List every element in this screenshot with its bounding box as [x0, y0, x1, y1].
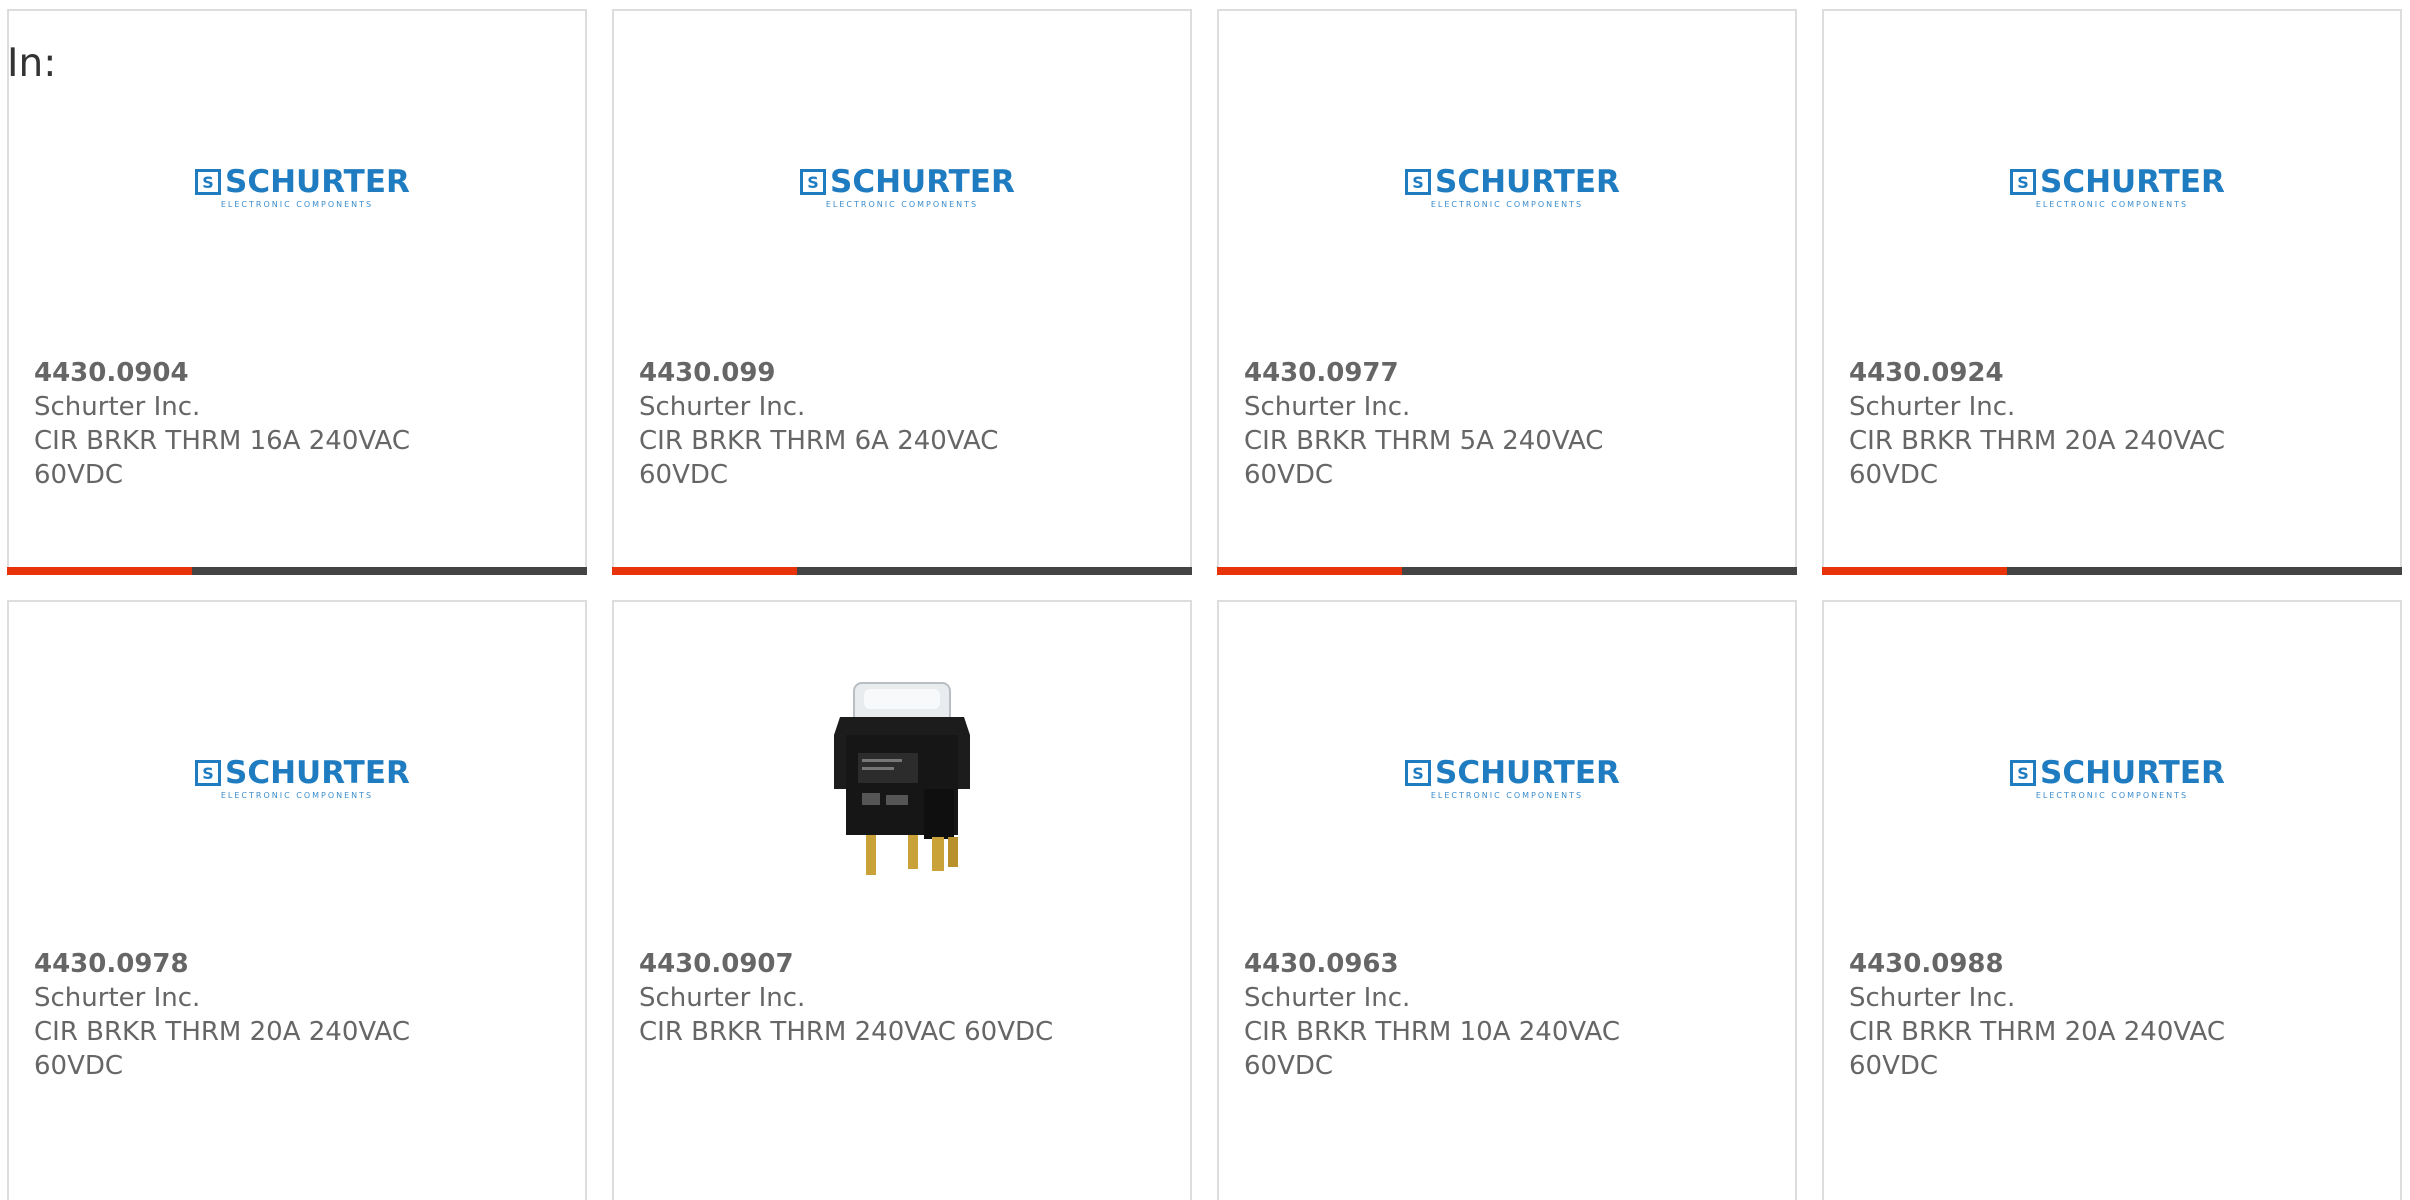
- product-info: 4430.0977 Schurter Inc. CIR BRKR THRM 5A…: [1244, 356, 1764, 492]
- part-number[interactable]: 4430.0963: [1244, 947, 1764, 981]
- product-image: S SCHURTER ELECTRONIC COMPONENTS: [9, 662, 585, 902]
- part-number[interactable]: 4430.0978: [34, 947, 554, 981]
- product-image: S SCHURTER ELECTRONIC COMPONENTS: [1219, 71, 1795, 311]
- product-image: S SCHURTER ELECTRONIC COMPONENTS: [1219, 662, 1795, 902]
- manufacturer: Schurter Inc.: [639, 983, 806, 1013]
- product-info: 4430.0963 Schurter Inc. CIR BRKR THRM 10…: [1244, 947, 1764, 1083]
- product-info: 4430.0907 Schurter Inc. CIR BRKR THRM 24…: [639, 947, 1159, 1049]
- manufacturer: Schurter Inc.: [1244, 392, 1411, 422]
- description: CIR BRKR THRM 16A 240VAC 60VDC: [34, 426, 410, 490]
- schurter-logo: S SCHURTER ELECTRONIC COMPONENTS: [195, 164, 410, 215]
- page-heading: In:: [7, 41, 57, 86]
- schurter-logo: S SCHURTER ELECTRONIC COMPONENTS: [2010, 164, 2225, 215]
- product-card[interactable]: S SCHURTER ELECTRONIC COMPONENTS 4430.09…: [1822, 9, 2402, 575]
- product-image: S SCHURTER ELECTRONIC COMPONENTS: [1824, 662, 2400, 902]
- product-image: S SCHURTER ELECTRONIC COMPONENTS: [9, 71, 585, 311]
- product-info: 4430.0904 Schurter Inc. CIR BRKR THRM 16…: [34, 356, 554, 492]
- part-number[interactable]: 4430.0988: [1849, 947, 2369, 981]
- part-number[interactable]: 4430.0924: [1849, 356, 2369, 390]
- accent-bar: [1822, 567, 2007, 575]
- product-card[interactable]: 4430.0907 Schurter Inc. CIR BRKR THRM 24…: [612, 600, 1192, 1200]
- part-number[interactable]: 4430.0907: [639, 947, 1159, 981]
- accent-bar: [612, 567, 797, 575]
- product-image: [614, 662, 1190, 902]
- product-card[interactable]: S SCHURTER ELECTRONIC COMPONENTS 4430.09…: [1217, 9, 1797, 575]
- description: CIR BRKR THRM 20A 240VAC 60VDC: [1849, 1017, 2225, 1081]
- card-bottom-bar: [7, 567, 587, 575]
- product-grid: S SCHURTER ELECTRONIC COMPONENTS 4430.09…: [7, 9, 2403, 1200]
- product-card[interactable]: S SCHURTER ELECTRONIC COMPONENTS 4430.09…: [612, 9, 1192, 575]
- description: CIR BRKR THRM 6A 240VAC 60VDC: [639, 426, 999, 490]
- manufacturer: Schurter Inc.: [34, 392, 201, 422]
- schurter-logo: S SCHURTER ELECTRONIC COMPONENTS: [1405, 164, 1620, 215]
- product-info: 4430.0978 Schurter Inc. CIR BRKR THRM 20…: [34, 947, 554, 1083]
- manufacturer: Schurter Inc.: [34, 983, 201, 1013]
- manufacturer: Schurter Inc.: [1849, 983, 2016, 1013]
- part-number[interactable]: 4430.099: [639, 356, 1159, 390]
- product-card[interactable]: S SCHURTER ELECTRONIC COMPONENTS 4430.09…: [7, 600, 587, 1200]
- product-info: 4430.0924 Schurter Inc. CIR BRKR THRM 20…: [1849, 356, 2369, 492]
- product-info: 4430.0988 Schurter Inc. CIR BRKR THRM 20…: [1849, 947, 2369, 1083]
- circuit-breaker-photo: [834, 682, 970, 875]
- part-number[interactable]: 4430.0904: [34, 356, 554, 390]
- product-card[interactable]: S SCHURTER ELECTRONIC COMPONENTS 4430.09…: [1822, 600, 2402, 1200]
- manufacturer: Schurter Inc.: [639, 392, 806, 422]
- description: CIR BRKR THRM 20A 240VAC 60VDC: [1849, 426, 2225, 490]
- part-number[interactable]: 4430.0977: [1244, 356, 1764, 390]
- schurter-logo: S SCHURTER ELECTRONIC COMPONENTS: [800, 164, 1015, 215]
- accent-bar: [1217, 567, 1402, 575]
- schurter-logo: S SCHURTER ELECTRONIC COMPONENTS: [2010, 755, 2225, 806]
- product-card[interactable]: S SCHURTER ELECTRONIC COMPONENTS 4430.09…: [7, 9, 587, 575]
- card-bottom-bar: [1217, 567, 1797, 575]
- accent-bar: [7, 567, 192, 575]
- description: CIR BRKR THRM 20A 240VAC 60VDC: [34, 1017, 410, 1081]
- description: CIR BRKR THRM 10A 240VAC 60VDC: [1244, 1017, 1620, 1081]
- product-image: S SCHURTER ELECTRONIC COMPONENTS: [614, 71, 1190, 311]
- manufacturer: Schurter Inc.: [1244, 983, 1411, 1013]
- description: CIR BRKR THRM 5A 240VAC 60VDC: [1244, 426, 1604, 490]
- card-bottom-bar: [1822, 567, 2402, 575]
- product-info: 4430.099 Schurter Inc. CIR BRKR THRM 6A …: [639, 356, 1159, 492]
- manufacturer: Schurter Inc.: [1849, 392, 2016, 422]
- card-bottom-bar: [612, 567, 1192, 575]
- schurter-logo: S SCHURTER ELECTRONIC COMPONENTS: [1405, 755, 1620, 806]
- schurter-logo: S SCHURTER ELECTRONIC COMPONENTS: [195, 755, 410, 806]
- product-image: S SCHURTER ELECTRONIC COMPONENTS: [1824, 71, 2400, 311]
- description: CIR BRKR THRM 240VAC 60VDC: [639, 1017, 1054, 1047]
- product-card[interactable]: S SCHURTER ELECTRONIC COMPONENTS 4430.09…: [1217, 600, 1797, 1200]
